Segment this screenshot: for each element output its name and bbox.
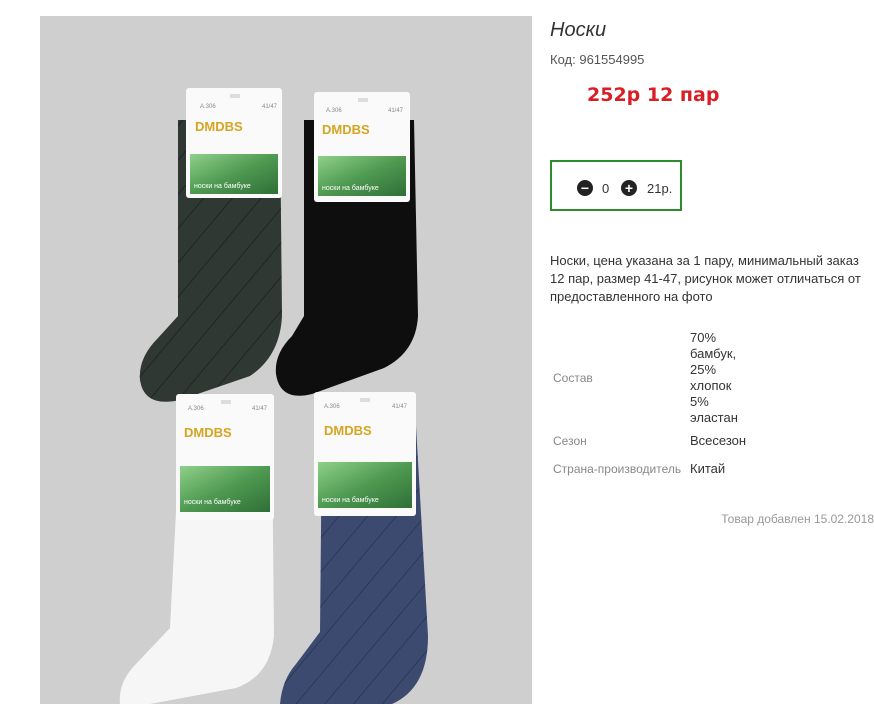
added-date: Товар добавлен 15.02.2018 bbox=[721, 512, 874, 526]
label-text: носки на бамбуке bbox=[322, 496, 379, 504]
label-brand: DMDBS bbox=[322, 122, 370, 137]
property-value-line: бамбук, bbox=[690, 346, 737, 361]
label-size: 41/47 bbox=[392, 404, 408, 410]
product-code: Код: 961554995 bbox=[550, 52, 644, 67]
label-article: A.306 bbox=[188, 406, 204, 412]
property-label: Сезон bbox=[553, 434, 587, 448]
product-info: Носки Код: 961554995 252р 12 пар − 0 + 2… bbox=[550, 0, 874, 704]
label-size: 41/47 bbox=[388, 108, 404, 114]
product-code-value: 961554995 bbox=[579, 52, 645, 67]
label-article: A.306 bbox=[200, 104, 216, 110]
label-text: носки на бамбуке bbox=[322, 184, 379, 192]
label-brand: DMDBS bbox=[184, 425, 232, 440]
label-text: носки на бамбуке bbox=[194, 182, 251, 190]
decrease-quantity-button[interactable]: − bbox=[577, 180, 593, 196]
property-label: Состав bbox=[553, 371, 593, 385]
quantity-selector: − 0 + 21р. bbox=[550, 160, 682, 211]
property-value-line: хлопок bbox=[690, 378, 732, 393]
label-article: A.306 bbox=[326, 108, 342, 114]
label-size: 41/47 bbox=[262, 104, 278, 110]
label-brand: DMDBS bbox=[324, 423, 372, 438]
property-value-line: 25% bbox=[690, 362, 717, 377]
product-description: Носки, цена указана за 1 пару, минимальн… bbox=[550, 253, 861, 304]
product-label: A.306 41/47 DMDBS носки на бамбуке bbox=[314, 392, 416, 516]
label-article: A.306 bbox=[324, 404, 340, 410]
property-value-line: Всесезон bbox=[690, 433, 747, 448]
property-value: 70% бамбук, 25% хлопок 5% эластан bbox=[690, 330, 738, 426]
label-size: 41/47 bbox=[252, 406, 268, 412]
unit-price: 21р. bbox=[647, 181, 673, 196]
property-value: Всесезон bbox=[690, 433, 746, 449]
product-label: A.306 41/47 DMDBS носки на бамбуке bbox=[176, 394, 274, 520]
property-value-line: 70% bbox=[690, 330, 717, 345]
label-brand: DMDBS bbox=[195, 119, 243, 134]
product-code-label: Код: bbox=[550, 52, 576, 67]
product-price: 252р 12 пар bbox=[587, 84, 720, 106]
product-label: A.306 41/47 DMDBS носки на бамбуке bbox=[314, 92, 410, 202]
product-photo[interactable]: A.306 41/47 DMDBS носки на бамбуке A.306… bbox=[40, 16, 532, 704]
property-value-line: эластан bbox=[690, 410, 738, 425]
label-text: носки на бамбуке bbox=[184, 498, 241, 506]
property-value: Китай bbox=[690, 461, 725, 477]
product-label: A.306 41/47 DMDBS носки на бамбуке bbox=[186, 88, 282, 198]
product-title: Носки bbox=[550, 19, 607, 41]
property-value-line: Китай bbox=[690, 461, 726, 476]
quantity-value: 0 bbox=[602, 181, 610, 196]
minus-icon: − bbox=[580, 180, 590, 196]
plus-icon: + bbox=[624, 180, 634, 196]
property-value-line: 5% bbox=[690, 394, 709, 409]
increase-quantity-button[interactable]: + bbox=[621, 180, 637, 196]
property-label: Страна-производитель bbox=[553, 462, 682, 476]
